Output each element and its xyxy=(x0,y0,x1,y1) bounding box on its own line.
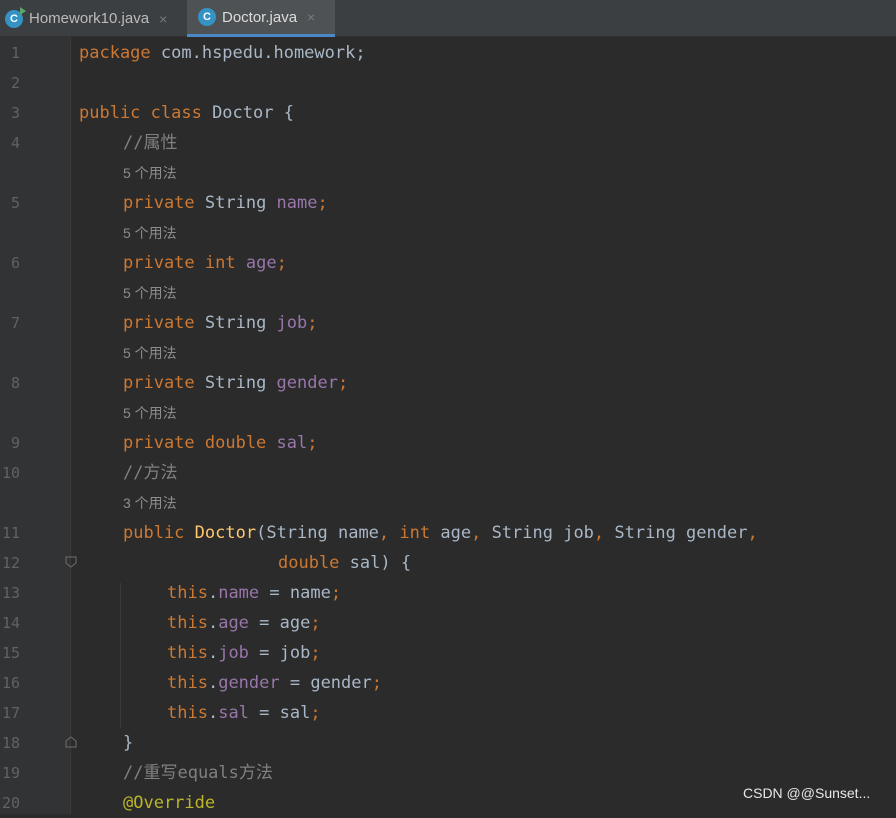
code-line-11[interactable]: public Doctor(String name, int age, Stri… xyxy=(123,518,758,548)
code-line-7[interactable]: private String job; xyxy=(123,308,318,338)
code-line-3[interactable]: public class Doctor { xyxy=(79,98,294,128)
usage-hint[interactable]: 3 个用法 xyxy=(123,488,177,518)
line-number-gutter: 1 2 3 4 5 6 7 8 9 10 11 12 13 14 15 16 1… xyxy=(0,37,70,814)
line-number: 13 xyxy=(1,584,20,602)
code-line-15[interactable]: this.job = job; xyxy=(167,638,321,668)
code-line-9[interactable]: private double sal; xyxy=(123,428,318,458)
code-line-10[interactable]: //方法 xyxy=(123,458,177,488)
line-number: 18 xyxy=(1,734,20,752)
line-number: 9 xyxy=(10,434,20,452)
fold-marker-icon[interactable] xyxy=(65,556,77,568)
code-line-1[interactable]: package com.hspedu.homework; xyxy=(79,38,366,68)
code-line-4[interactable]: //属性 xyxy=(123,128,177,158)
close-icon[interactable]: × xyxy=(159,11,167,27)
editor-tab-bar: C Homework10.java × C Doctor.java × xyxy=(0,0,896,37)
line-number: 6 xyxy=(10,254,20,272)
usage-hint[interactable]: 5 个用法 xyxy=(123,398,177,428)
code-line-13[interactable]: this.name = name; xyxy=(167,578,341,608)
line-number: 3 xyxy=(10,104,20,122)
line-number: 12 xyxy=(1,554,20,572)
fold-marker-icon[interactable] xyxy=(65,736,77,748)
tab-label: Doctor.java xyxy=(222,8,298,26)
line-number: 4 xyxy=(10,134,20,152)
watermark: CSDN @@Sunset... xyxy=(743,785,871,801)
close-icon[interactable]: × xyxy=(307,9,315,25)
code-line-5[interactable]: private String name; xyxy=(123,188,328,218)
usage-hint[interactable]: 5 个用法 xyxy=(123,218,177,248)
code-line-6[interactable]: private int age; xyxy=(123,248,287,278)
line-number: 19 xyxy=(1,764,20,782)
usage-hint[interactable]: 5 个用法 xyxy=(123,278,177,308)
usage-hint[interactable]: 5 个用法 xyxy=(123,338,177,368)
tab-label: Homework10.java xyxy=(29,10,150,27)
line-number: 10 xyxy=(1,464,20,482)
gutter-divider xyxy=(70,37,71,814)
tab-homework10[interactable]: C Homework10.java × xyxy=(0,0,186,37)
code-line-12[interactable]: double sal) { xyxy=(278,548,411,578)
line-number: 14 xyxy=(1,614,20,632)
line-number: 15 xyxy=(1,644,20,662)
code-line-17[interactable]: this.sal = sal; xyxy=(167,698,321,728)
line-number: 17 xyxy=(1,704,20,722)
code-line-8[interactable]: private String gender; xyxy=(123,368,348,398)
line-number: 16 xyxy=(1,674,20,692)
line-number: 1 xyxy=(10,44,20,62)
code-line-16[interactable]: this.gender = gender; xyxy=(167,668,382,698)
tab-doctor[interactable]: C Doctor.java × xyxy=(187,0,335,37)
line-number: 5 xyxy=(10,194,20,212)
line-number: 11 xyxy=(1,524,20,542)
line-number: 7 xyxy=(10,314,20,332)
usage-hint[interactable]: 5 个用法 xyxy=(123,158,177,188)
indent-guide xyxy=(120,583,121,728)
java-class-run-icon: C xyxy=(5,6,26,28)
java-class-icon: C xyxy=(198,8,216,26)
code-line-19[interactable]: //重写equals方法 xyxy=(123,758,273,788)
line-number: 2 xyxy=(10,74,20,92)
code-line-18[interactable]: } xyxy=(123,728,133,758)
line-number: 8 xyxy=(10,374,20,392)
code-line-14[interactable]: this.age = age; xyxy=(167,608,321,638)
